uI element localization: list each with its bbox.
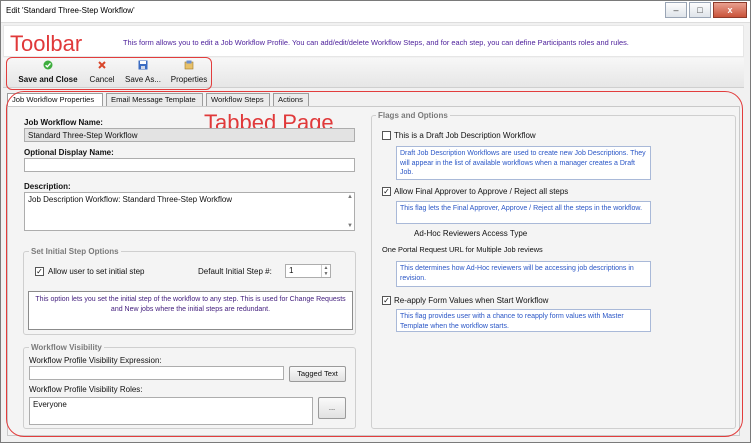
maximize-button[interactable]: □ xyxy=(689,2,711,18)
description-field[interactable]: Job Description Workflow: Standard Three… xyxy=(24,192,355,231)
x-icon xyxy=(97,60,107,70)
default-step-value: 1 xyxy=(289,266,294,275)
initial-step-note: This option lets you set the initial ste… xyxy=(28,291,353,330)
display-name-field[interactable] xyxy=(24,158,355,172)
visibility-roles-label: Workflow Profile Visibility Roles: xyxy=(29,385,143,394)
cancel-label: Cancel xyxy=(89,75,115,84)
window-title: Edit 'Standard Three-Step Workflow' xyxy=(6,6,135,15)
properties-button[interactable]: Properties xyxy=(167,60,211,88)
adhoc-access-note: This determines how Ad-Hoc reviewers wil… xyxy=(396,261,651,287)
visibility-expression-label: Workflow Profile Visibility Expression: xyxy=(29,356,162,365)
default-step-spinner[interactable]: 1 ▲ ▼ xyxy=(285,264,331,278)
visibility-group-title: Workflow Visibility xyxy=(29,343,104,352)
checkmark-icon xyxy=(43,60,53,70)
floppy-disk-icon xyxy=(138,60,148,70)
spinner-arrows[interactable]: ▲ ▼ xyxy=(321,265,330,277)
save-and-close-label: Save and Close xyxy=(18,75,78,84)
save-and-close-button[interactable]: Save and Close xyxy=(14,60,82,88)
close-button[interactable]: x xyxy=(713,2,747,18)
roles-ellipsis-button[interactable]: ... xyxy=(318,397,346,419)
save-as-button[interactable]: Save As... xyxy=(121,60,165,88)
reapply-values-checkbox[interactable]: ✓ xyxy=(382,296,391,305)
reapply-values-label: Re-apply Form Values when Start Workflow xyxy=(394,296,549,305)
display-name-label: Optional Display Name: xyxy=(24,148,114,157)
workflow-name-field[interactable]: Standard Three-Step Workflow xyxy=(24,128,355,142)
info-text: This form allows you to edit a Job Workf… xyxy=(123,38,629,47)
description-scroll-up[interactable]: ▲ xyxy=(346,193,354,201)
draft-workflow-note: Draft Job Description Workflows are used… xyxy=(396,146,651,180)
minimize-button[interactable]: – xyxy=(665,2,687,18)
workflow-name-label: Job Workflow Name: xyxy=(24,118,103,127)
initial-step-group-title: Set Initial Step Options xyxy=(29,247,121,256)
description-scroll-down[interactable]: ▼ xyxy=(346,222,354,230)
adhoc-access-label: Ad-Hoc Reviewers Access Type xyxy=(414,229,528,238)
final-approver-note: This flag lets the Final Approver, Appro… xyxy=(396,201,651,224)
save-as-label: Save As... xyxy=(124,75,162,84)
default-step-label: Default Initial Step #: xyxy=(198,267,272,276)
allow-user-label: Allow user to set initial step xyxy=(48,267,145,276)
final-approver-label: Allow Final Approver to Approve / Reject… xyxy=(394,187,569,196)
adhoc-access-value[interactable]: One Portal Request URL for Multiple Job … xyxy=(382,245,543,254)
allow-user-checkbox[interactable]: ✓ xyxy=(35,267,44,276)
toolbar-annotation: Toolbar xyxy=(10,31,83,56)
draft-workflow-label: This is a Draft Job Description Workflow xyxy=(394,131,536,140)
visibility-roles-field[interactable]: Everyone xyxy=(29,397,313,425)
reapply-values-note: This flag provides user with a chance to… xyxy=(396,309,651,332)
flags-options-title: Flags and Options xyxy=(376,111,450,120)
cancel-button[interactable]: Cancel xyxy=(85,60,119,88)
tagged-text-button[interactable]: Tagged Text xyxy=(289,366,346,382)
visibility-expression-field[interactable] xyxy=(29,366,284,380)
description-label: Description: xyxy=(24,182,71,191)
final-approver-checkbox[interactable]: ✓ xyxy=(382,187,391,196)
properties-label: Properties xyxy=(170,75,208,84)
draft-workflow-checkbox[interactable] xyxy=(382,131,391,140)
properties-icon xyxy=(184,60,194,70)
